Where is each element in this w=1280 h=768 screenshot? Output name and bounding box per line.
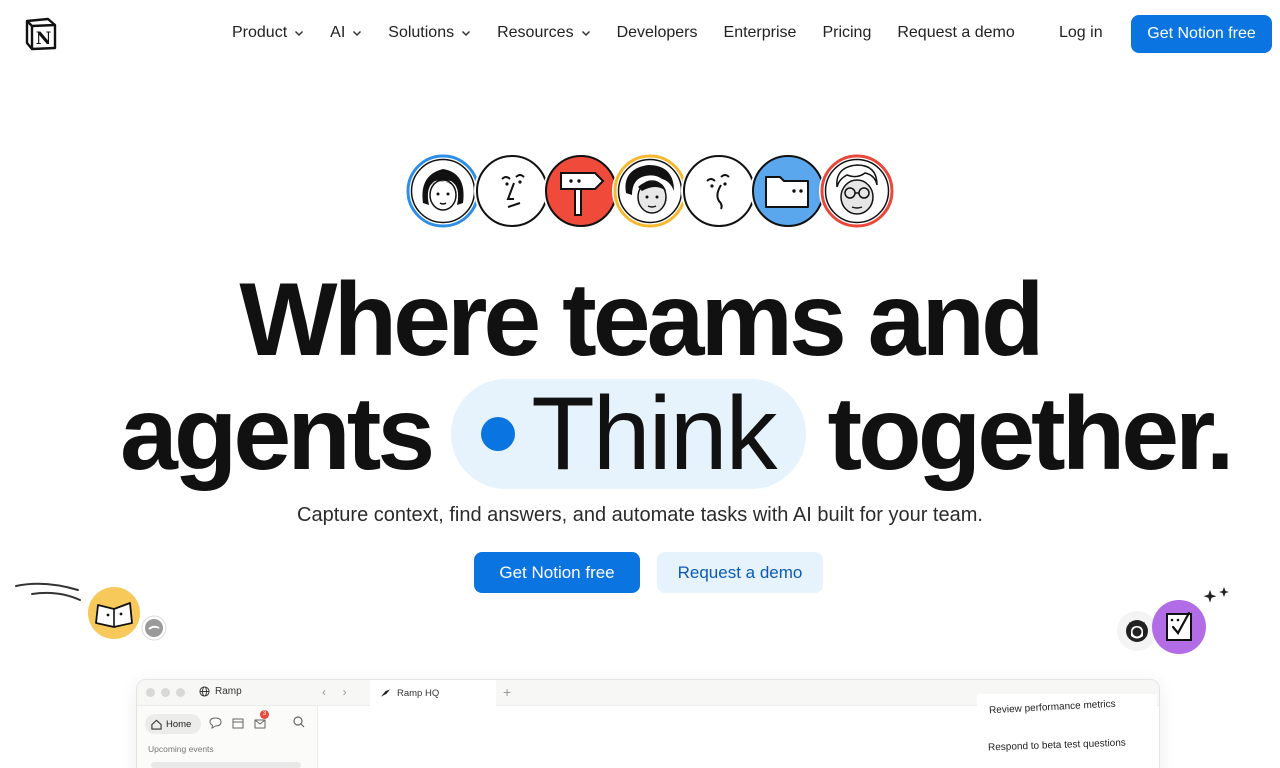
face-sketch-icon bbox=[474, 153, 550, 229]
nav-item-label: Resources bbox=[497, 24, 574, 41]
folder-avatar-icon bbox=[750, 153, 826, 229]
sidebar-quick-icons: 3 bbox=[209, 710, 277, 734]
top-nav: N Product AI Solutions Resources Developers E… bbox=[0, 0, 1280, 68]
workspace-switcher[interactable]: Ramp bbox=[199, 686, 242, 697]
small-badge-icon bbox=[141, 615, 167, 641]
nav-menu: Product AI Solutions Resources Developers Ent… bbox=[232, 24, 1041, 42]
back-arrow-icon[interactable]: ‹ bbox=[322, 685, 326, 699]
nav-item-label: Enterprise bbox=[723, 24, 797, 41]
history-arrows: ‹ › bbox=[322, 685, 347, 699]
chat-icon[interactable] bbox=[209, 716, 222, 734]
glasses-man-avatar-icon bbox=[819, 153, 895, 229]
get-notion-free-button[interactable]: Get Notion free bbox=[474, 552, 640, 593]
hero-subtitle: Capture context, find answers, and autom… bbox=[297, 504, 983, 526]
nav-item-label: Request a demo bbox=[897, 24, 1015, 41]
list-item[interactable] bbox=[151, 762, 301, 768]
nav-item-ai[interactable]: AI bbox=[330, 24, 362, 42]
nav-item-request-a-demo[interactable]: Request a demo bbox=[897, 24, 1014, 42]
hero-headline-line2: agents Think together. bbox=[120, 376, 1235, 492]
chevron-down-icon bbox=[581, 30, 590, 37]
nav-item-resources[interactable]: Resources bbox=[497, 24, 590, 42]
think-highlight-pill: Think bbox=[451, 376, 806, 492]
window-close-dot[interactable] bbox=[146, 688, 155, 697]
nav-item-developers[interactable]: Developers bbox=[617, 24, 698, 42]
workspace-name: Ramp bbox=[215, 686, 242, 697]
nav-item-label: Product bbox=[232, 24, 288, 41]
avatar-row bbox=[405, 153, 895, 231]
thinking-face-icon bbox=[681, 153, 757, 229]
nav-item-pricing[interactable]: Pricing bbox=[822, 24, 871, 42]
notion-logo-icon[interactable]: N bbox=[24, 17, 58, 51]
nav-item-label: Solutions bbox=[388, 24, 455, 41]
window-zoom-dot[interactable] bbox=[176, 688, 185, 697]
window-minimize-dot[interactable] bbox=[161, 688, 170, 697]
sidebar-home-button[interactable]: Home bbox=[145, 714, 201, 734]
nav-item-label: Pricing bbox=[822, 24, 872, 41]
svg-text:N: N bbox=[36, 29, 52, 49]
inbox-icon[interactable]: 3 bbox=[254, 710, 269, 734]
new-tab-plus-icon[interactable]: + bbox=[503, 684, 511, 700]
home-label: Home bbox=[166, 718, 192, 730]
nav-item-label: AI bbox=[330, 24, 346, 41]
woman-avatar-icon bbox=[405, 153, 481, 229]
globe-icon bbox=[199, 686, 210, 697]
hero-word-agents: agents bbox=[120, 375, 435, 492]
hero-word-together: together. bbox=[827, 375, 1235, 492]
login-link[interactable]: Log in bbox=[1059, 24, 1103, 42]
tab-title: Ramp HQ bbox=[397, 687, 440, 699]
app-sidebar: Home 3 Upcoming events bbox=[137, 706, 318, 768]
nav-item-label: Developers bbox=[616, 24, 698, 41]
hero-headline-line1: Where teams and bbox=[239, 262, 1044, 378]
think-word: Think bbox=[531, 375, 777, 492]
upcoming-events-label: Upcoming events bbox=[148, 744, 214, 754]
chevron-down-icon bbox=[353, 30, 362, 37]
calendar-icon[interactable] bbox=[232, 716, 244, 734]
get-notion-free-nav-button[interactable]: Get Notion free bbox=[1131, 15, 1272, 53]
chevron-down-icon bbox=[295, 30, 304, 37]
chevron-down-icon bbox=[462, 30, 471, 37]
think-dot-icon bbox=[481, 417, 516, 451]
inbox-badge: 3 bbox=[260, 710, 269, 719]
request-demo-button[interactable]: Request a demo bbox=[657, 552, 823, 593]
home-icon bbox=[151, 719, 162, 730]
checklist-avatar-icon bbox=[1152, 600, 1206, 654]
search-icon[interactable] bbox=[293, 716, 305, 728]
forward-arrow-icon[interactable]: › bbox=[343, 685, 347, 699]
tab-ramp-hq[interactable]: Ramp HQ bbox=[370, 680, 496, 706]
book-avatar-icon bbox=[88, 587, 140, 639]
ramp-logo-icon bbox=[380, 689, 391, 697]
signpost-avatar-icon bbox=[543, 153, 619, 229]
nav-item-product[interactable]: Product bbox=[232, 24, 304, 42]
nav-item-enterprise[interactable]: Enterprise bbox=[724, 24, 797, 42]
app-preview-window: Ramp ‹ › Ramp HQ + Home 3 Upcoming event… bbox=[136, 679, 1160, 768]
curly-hair-avatar-icon bbox=[612, 153, 688, 229]
motion-lines-icon bbox=[15, 582, 81, 601]
sparkle-icon bbox=[1203, 587, 1229, 603]
nav-item-solutions[interactable]: Solutions bbox=[388, 24, 471, 42]
